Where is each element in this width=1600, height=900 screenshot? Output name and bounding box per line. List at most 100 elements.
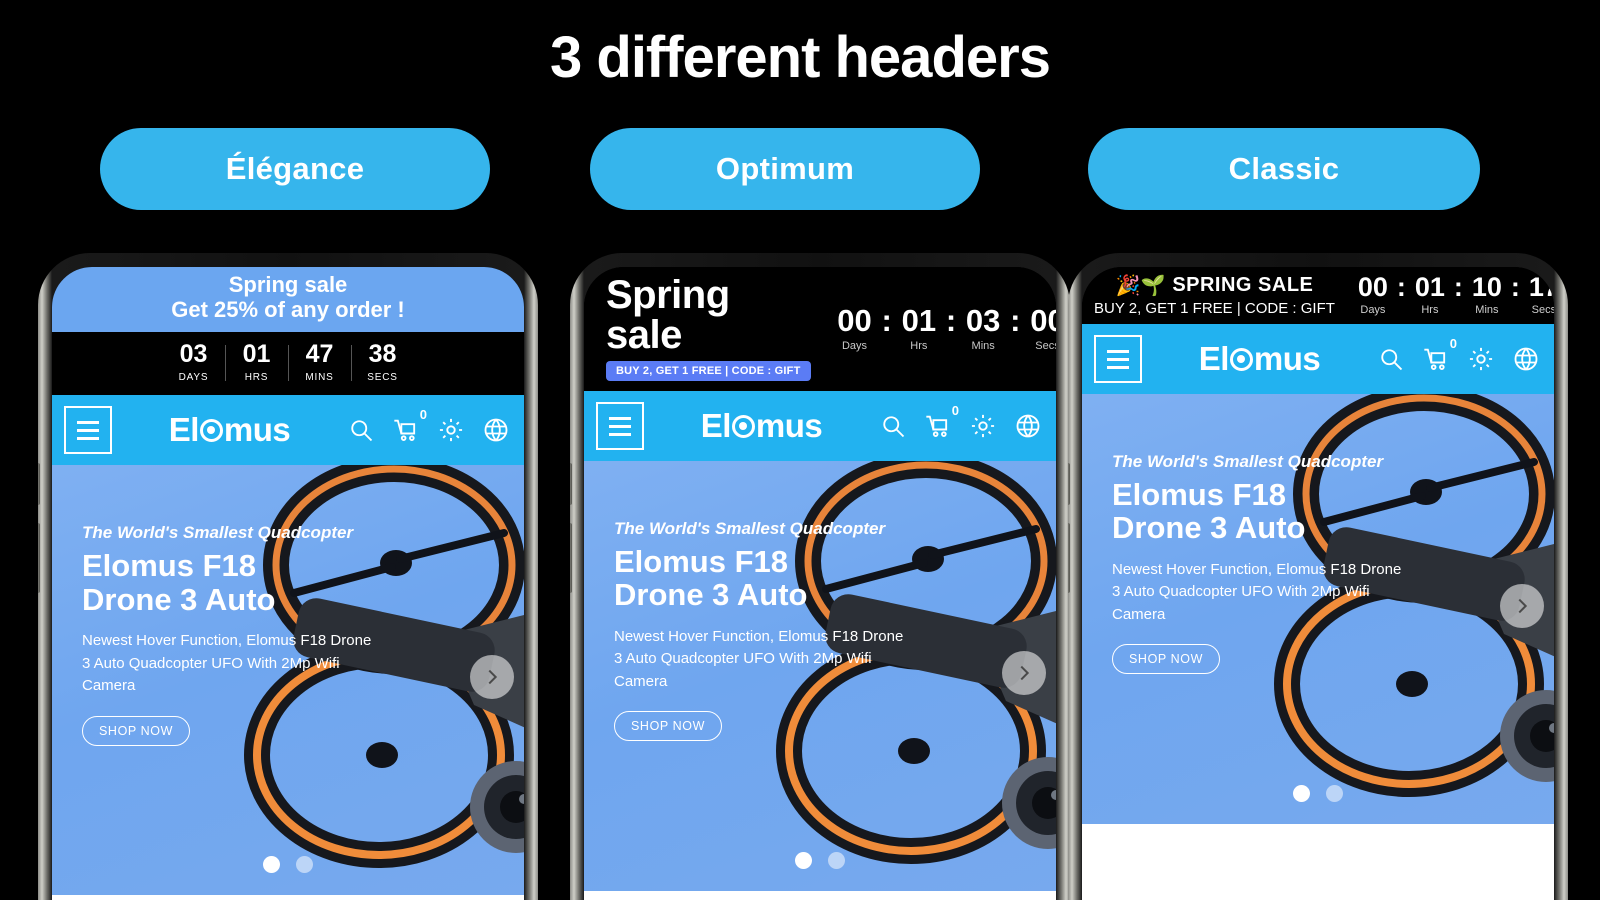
carousel-dot[interactable] [828, 852, 845, 869]
carousel-dot-active[interactable] [263, 856, 280, 874]
countdown-label: Mins [971, 339, 995, 352]
variant-button-elegance[interactable]: Élégance [100, 128, 490, 210]
phone-side-button [38, 463, 40, 505]
globe-icon[interactable] [1512, 345, 1540, 373]
carousel-dot[interactable] [1326, 785, 1343, 802]
navbar-icons: 0 [1377, 336, 1542, 373]
site-navbar: El mus 0 [52, 395, 524, 466]
countdown-cell-hrs: 01 Hrs [893, 305, 945, 352]
phone-screen: 🎉🌱 SPRING SALE BUY 2, GET 1 FREE | CODE … [1082, 267, 1554, 900]
variant-button-label: Élégance [225, 151, 365, 186]
search-icon[interactable] [879, 412, 907, 440]
brand-logo[interactable]: El mus [1142, 340, 1377, 378]
promo-title: SPRING SALE [1172, 274, 1314, 296]
brand-text-before: El [168, 411, 200, 449]
countdown-value: 03 [179, 340, 208, 369]
countdown-value: 01 [1414, 272, 1445, 302]
countdown-value: 38 [368, 340, 397, 369]
carousel-dot[interactable] [296, 856, 313, 874]
search-icon[interactable] [1377, 345, 1405, 373]
shop-now-button[interactable]: SHOP NOW [614, 711, 723, 742]
hero-title: Elomus F18 Drone 3 Auto [1112, 477, 1306, 546]
hero-kicker: The World's Smallest Quadcopter [82, 523, 354, 543]
countdown-cell-hrs: 01 HRS [226, 342, 288, 384]
hamburger-icon[interactable] [1094, 335, 1142, 383]
countdown-cell-days: 00 Days [1349, 272, 1397, 317]
variant-button-label: Optimum [715, 151, 855, 186]
countdown-separator: : [881, 302, 892, 338]
page-title: 3 different headers [550, 25, 1051, 90]
brand-text-before: El [1198, 340, 1230, 377]
phone-mockup-elegance: Spring sale Get 25% of any order ! 03 DA… [38, 253, 538, 900]
brand-logo[interactable]: El mus [644, 407, 879, 445]
variant-button-optimum[interactable]: Optimum [590, 128, 980, 210]
hero-description: Newest Hover Function, Elomus F18 Drone … [1112, 560, 1402, 623]
page-content-area [584, 891, 1056, 900]
hamburger-icon[interactable] [596, 402, 644, 450]
chevron-right-icon[interactable] [470, 655, 514, 700]
countdown-label: MINS [305, 372, 334, 384]
cart-icon[interactable]: 0 [1422, 336, 1457, 373]
countdown-cell-secs: 38 SECS [352, 340, 414, 384]
phone-mockup-classic: 🎉🌱 SPRING SALE BUY 2, GET 1 FREE | CODE … [1068, 253, 1568, 900]
countdown-value: 47 [305, 340, 334, 369]
countdown-value: 00 [837, 302, 872, 338]
carousel-dot-active[interactable] [1293, 785, 1310, 802]
hero-description: Newest Hover Function, Elomus F18 Drone … [82, 632, 372, 695]
promo-line-1: Spring sale [228, 272, 348, 297]
variant-button-classic[interactable]: Classic [1088, 128, 1480, 210]
countdown-value: 17 [1528, 272, 1554, 302]
shop-now-button[interactable]: SHOP NOW [1112, 644, 1221, 675]
promo-badge: BUY 2, GET 1 FREE | CODE : GIFT [606, 361, 811, 381]
gear-icon[interactable] [969, 412, 997, 440]
hamburger-icon[interactable] [64, 406, 112, 455]
countdown-cell-days: 00 Days [829, 305, 881, 352]
countdown-label: DAYS [178, 372, 209, 384]
countdown-label: Secs [1531, 304, 1554, 316]
brand-text-before: El [700, 407, 732, 444]
countdown-value: 00 [1030, 302, 1056, 338]
countdown-cell-secs: 17 Secs [1520, 272, 1554, 317]
countdown-cell-hrs: 01 Hrs [1406, 272, 1454, 317]
phone-side-button [570, 463, 572, 505]
shop-now-button[interactable]: SHOP NOW [82, 715, 191, 746]
cart-badge: 0 [951, 403, 959, 418]
phone-side-button [570, 523, 572, 593]
drone-logo-icon [731, 414, 755, 438]
phone-screen: Spring sale Get 25% of any order ! 03 DA… [52, 267, 524, 900]
cart-badge: 0 [1449, 336, 1457, 351]
hero-text-block: The World's Smallest Quadcopter Elomus F… [1112, 452, 1412, 675]
countdown-cell-mins: 03 Mins [957, 305, 1009, 352]
countdown-label: SECS [367, 372, 398, 384]
promo-banner-elegance: Spring sale Get 25% of any order ! [52, 267, 524, 333]
carousel-dot-active[interactable] [795, 852, 812, 869]
screenshot-canvas: 3 different headers Élégance Optimum Cla… [0, 0, 1600, 900]
globe-icon[interactable] [1014, 412, 1042, 440]
hero-slider: The World's Smallest Quadcopter Elomus F… [1082, 394, 1554, 824]
promo-title: Spring sale [606, 273, 730, 357]
chevron-right-icon[interactable] [1500, 584, 1544, 628]
countdown-value: 00 [1357, 272, 1388, 302]
gear-icon[interactable] [1467, 345, 1495, 373]
countdown-cell-mins: 10 Mins [1463, 274, 1511, 317]
countdown-label: Secs [1035, 339, 1056, 352]
globe-icon[interactable] [482, 416, 510, 444]
cart-icon[interactable]: 0 [392, 407, 427, 444]
promo-banner-optimum: Spring sale BUY 2, GET 1 FREE | CODE : G… [584, 267, 1056, 391]
countdown-cell-secs: 00 Secs [1021, 305, 1056, 352]
promo-subtitle: BUY 2, GET 1 FREE | CODE : GIFT [1094, 300, 1335, 317]
chevron-right-icon[interactable] [1002, 651, 1046, 695]
search-icon[interactable] [347, 416, 375, 444]
cart-icon[interactable]: 0 [924, 403, 959, 440]
phone-side-button [1068, 463, 1070, 505]
countdown-label: Hrs [1421, 304, 1439, 316]
brand-logo[interactable]: El mus [112, 411, 347, 449]
drone-logo-icon [199, 418, 223, 442]
phone-mockup-optimum: Spring sale BUY 2, GET 1 FREE | CODE : G… [570, 253, 1070, 900]
promo-banner-classic: 🎉🌱 SPRING SALE BUY 2, GET 1 FREE | CODE … [1082, 267, 1554, 324]
gear-icon[interactable] [437, 416, 465, 444]
countdown-label: Mins [1475, 304, 1499, 316]
countdown-label: Hrs [910, 339, 928, 352]
carousel-dots [584, 852, 1056, 869]
countdown-value: 01 [901, 302, 937, 338]
